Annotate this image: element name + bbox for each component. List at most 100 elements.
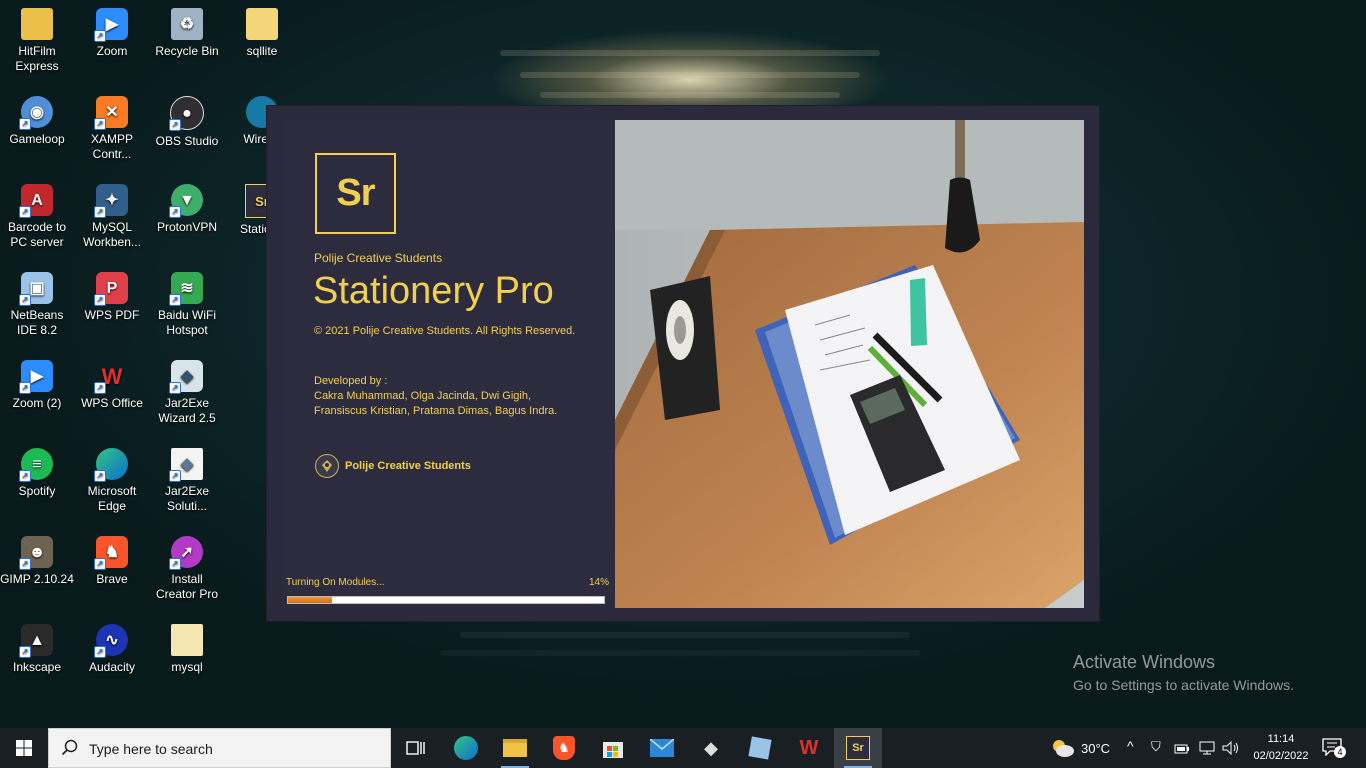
desktop-icon-label: Jar2Exe Wizard 2.5	[158, 396, 216, 425]
partly-cloudy-icon	[1053, 740, 1074, 757]
weather-temperature[interactable]: 30°C	[1081, 741, 1110, 756]
splash-window: Sr Polije Creative Students Stationery P…	[267, 106, 1099, 621]
taskbar-microsoft-store[interactable]	[589, 728, 637, 768]
desktop-icon-label: GIMP 2.10.24	[0, 572, 74, 586]
org-name: Polije Creative Students	[314, 251, 443, 265]
inkscape-icon: ◆	[704, 737, 718, 758]
taskbar-wps-office[interactable]: W	[785, 728, 833, 768]
desktop-icon-recycle-bin[interactable]: ♻ Recycle Bin	[150, 8, 224, 59]
gimp-icon: ☻ ↗	[19, 536, 53, 570]
desktop-icon-gimp[interactable]: ☻ ↗ GIMP 2.10.24	[0, 536, 74, 587]
desktop-icon-audacity[interactable]: ∿ ↗ Audacity	[75, 624, 149, 675]
obs-icon: ● ↗	[169, 96, 204, 131]
wps-office-icon: W ↗	[94, 360, 128, 394]
desktop-icon-sqllite[interactable]: sqllite	[225, 8, 299, 59]
desktop-icon-xampp[interactable]: ✕ ↗ XAMPP Contr...	[75, 96, 149, 162]
wps-office-icon: W	[799, 736, 819, 759]
notification-count-badge: 4	[1334, 746, 1346, 758]
barcode-icon: A ↗	[19, 184, 53, 218]
network-icon[interactable]	[1199, 741, 1215, 760]
stationery-pro-icon: Sr	[846, 736, 870, 760]
zoom-icon: ▶ ↗	[19, 360, 53, 394]
desktop-icon-label: Install Creator Pro	[155, 572, 219, 601]
taskbar-file-explorer[interactable]	[491, 728, 539, 768]
desktop-icon-protonvpn[interactable]: ▼ ↗ ProtonVPN	[150, 184, 224, 235]
progress-fill	[288, 597, 333, 603]
xampp-icon: ✕ ↗	[94, 96, 128, 130]
clock-time[interactable]: 11:14	[1258, 733, 1304, 745]
folder-icon	[21, 8, 53, 40]
folder-icon	[246, 8, 278, 40]
taskbar-mail[interactable]	[638, 728, 686, 768]
activate-windows-subtitle: Go to Settings to activate Windows.	[1073, 677, 1294, 693]
taskbar-search-box[interactable]: Type here to search	[48, 728, 391, 768]
protonvpn-icon: ▼ ↗	[169, 184, 203, 218]
desktop-icon-label: Barcode to PC server	[7, 220, 67, 249]
taskbar-stationery-pro[interactable]: Sr	[834, 728, 882, 768]
jar2exe-icon: ◆ ↗	[169, 360, 203, 394]
desktop-icon-inkscape[interactable]: ▲ ↗ Inkscape	[0, 624, 74, 675]
desktop-icon-label: Gameloop	[9, 132, 65, 146]
edge-icon	[454, 736, 478, 760]
desktop-icon-zoom[interactable]: ▶ ↗ Zoom	[75, 8, 149, 59]
desktop-icon-baidu-wifi[interactable]: ≋ ↗ Baidu WiFi Hotspot	[150, 272, 224, 338]
desktop-icon-label: Zoom	[96, 44, 128, 58]
wifi-hotspot-icon: ≋ ↗	[169, 272, 203, 306]
taskbar-netbeans[interactable]	[736, 728, 784, 768]
desktop-icon-microsoft-edge[interactable]: ↗ Microsoft Edge	[75, 448, 149, 514]
weather-widget[interactable]	[1050, 738, 1074, 763]
notification-center-button[interactable]: 4	[1322, 738, 1346, 758]
desktop-icon-hitfilm-express[interactable]: HitFilm Express	[0, 8, 74, 74]
desktop-icon-gameloop[interactable]: ◉ ↗ Gameloop	[0, 96, 74, 147]
network-shield-icon[interactable]: ⛉	[1151, 739, 1161, 755]
netbeans-icon: ▣ ↗	[19, 272, 53, 306]
recycle-bin-icon: ♻	[171, 8, 203, 40]
desktop-icon-label: Baidu WiFi Hotspot	[157, 308, 216, 337]
desktop-icon-barcode-to-pc[interactable]: A ↗ Barcode to PC server	[0, 184, 74, 250]
desktop-icon-wps-pdf[interactable]: P ↗ WPS PDF	[75, 272, 149, 323]
battery-icon[interactable]	[1174, 742, 1190, 760]
desktop-icon-label: Spotify	[18, 484, 56, 498]
desktop-icon-label: Zoom (2)	[12, 396, 62, 410]
desktop-icon-brave[interactable]: ♞ ↗ Brave	[75, 536, 149, 587]
install-creator-icon: ➚ ↗	[169, 536, 203, 570]
desktop-icon-jar2exe-solution[interactable]: ◆ ↗ Jar2Exe Soluti...	[150, 448, 224, 514]
show-hidden-icons-chevron-icon[interactable]: ^	[1127, 738, 1134, 754]
task-view-icon	[406, 741, 425, 755]
desktop-icon-label: Recycle Bin	[155, 44, 219, 58]
splash-info-panel: Sr Polije Creative Students Stationery P…	[282, 120, 615, 608]
desktop-icon-zoom-2[interactable]: ▶ ↗ Zoom (2)	[0, 360, 74, 411]
brave-icon: ♞	[553, 736, 575, 760]
app-logo: Sr	[315, 153, 396, 234]
desktop-icon-obs-studio[interactable]: ● ↗ OBS Studio	[150, 96, 224, 149]
taskbar-brave[interactable]: ♞	[540, 728, 588, 768]
jar2exe-file-icon: ◆ ↗	[169, 448, 203, 482]
volume-icon[interactable]	[1222, 740, 1240, 760]
edge-icon: ↗	[94, 448, 128, 482]
progress-bar	[287, 596, 605, 604]
desktop-icon-spotify[interactable]: ≡ ↗ Spotify	[0, 448, 74, 499]
desktop-icon-mysql-workbench[interactable]: ✦ ↗ MySQL Workben...	[75, 184, 149, 250]
desktop-icon-label: OBS Studio	[155, 134, 219, 148]
taskbar-task-view[interactable]	[392, 728, 440, 768]
desktop-icon-mysql-folder[interactable]: mysql	[150, 624, 224, 675]
taskbar-edge[interactable]	[442, 728, 490, 768]
desktop-icon-netbeans[interactable]: ▣ ↗ NetBeans IDE 8.2	[0, 272, 74, 338]
folder-icon	[171, 624, 203, 656]
taskbar-inkscape[interactable]: ◆	[687, 728, 735, 768]
desktop-icon-install-creator[interactable]: ➚ ↗ Install Creator Pro	[150, 536, 224, 602]
desktop-icon-label: MySQL Workben...	[83, 220, 141, 249]
spotify-icon: ≡ ↗	[19, 448, 53, 482]
mail-icon	[650, 739, 674, 757]
desktop-icon-wps-office[interactable]: W ↗ WPS Office	[75, 360, 149, 411]
start-button[interactable]	[0, 728, 48, 768]
inkscape-icon: ▲ ↗	[19, 624, 53, 658]
desktop-icon-label: XAMPP Contr...	[90, 132, 133, 161]
file-explorer-icon	[503, 739, 527, 757]
desktop-icon-label: sqllite	[246, 44, 278, 58]
desktop-icon-jar2exe-wizard[interactable]: ◆ ↗ Jar2Exe Wizard 2.5	[150, 360, 224, 426]
loading-status: Turning On Modules...	[286, 577, 385, 588]
clock-date[interactable]: 02/02/2022	[1244, 750, 1318, 762]
desktop-icon-label: Audacity	[88, 660, 136, 674]
audacity-icon: ∿ ↗	[94, 624, 128, 658]
